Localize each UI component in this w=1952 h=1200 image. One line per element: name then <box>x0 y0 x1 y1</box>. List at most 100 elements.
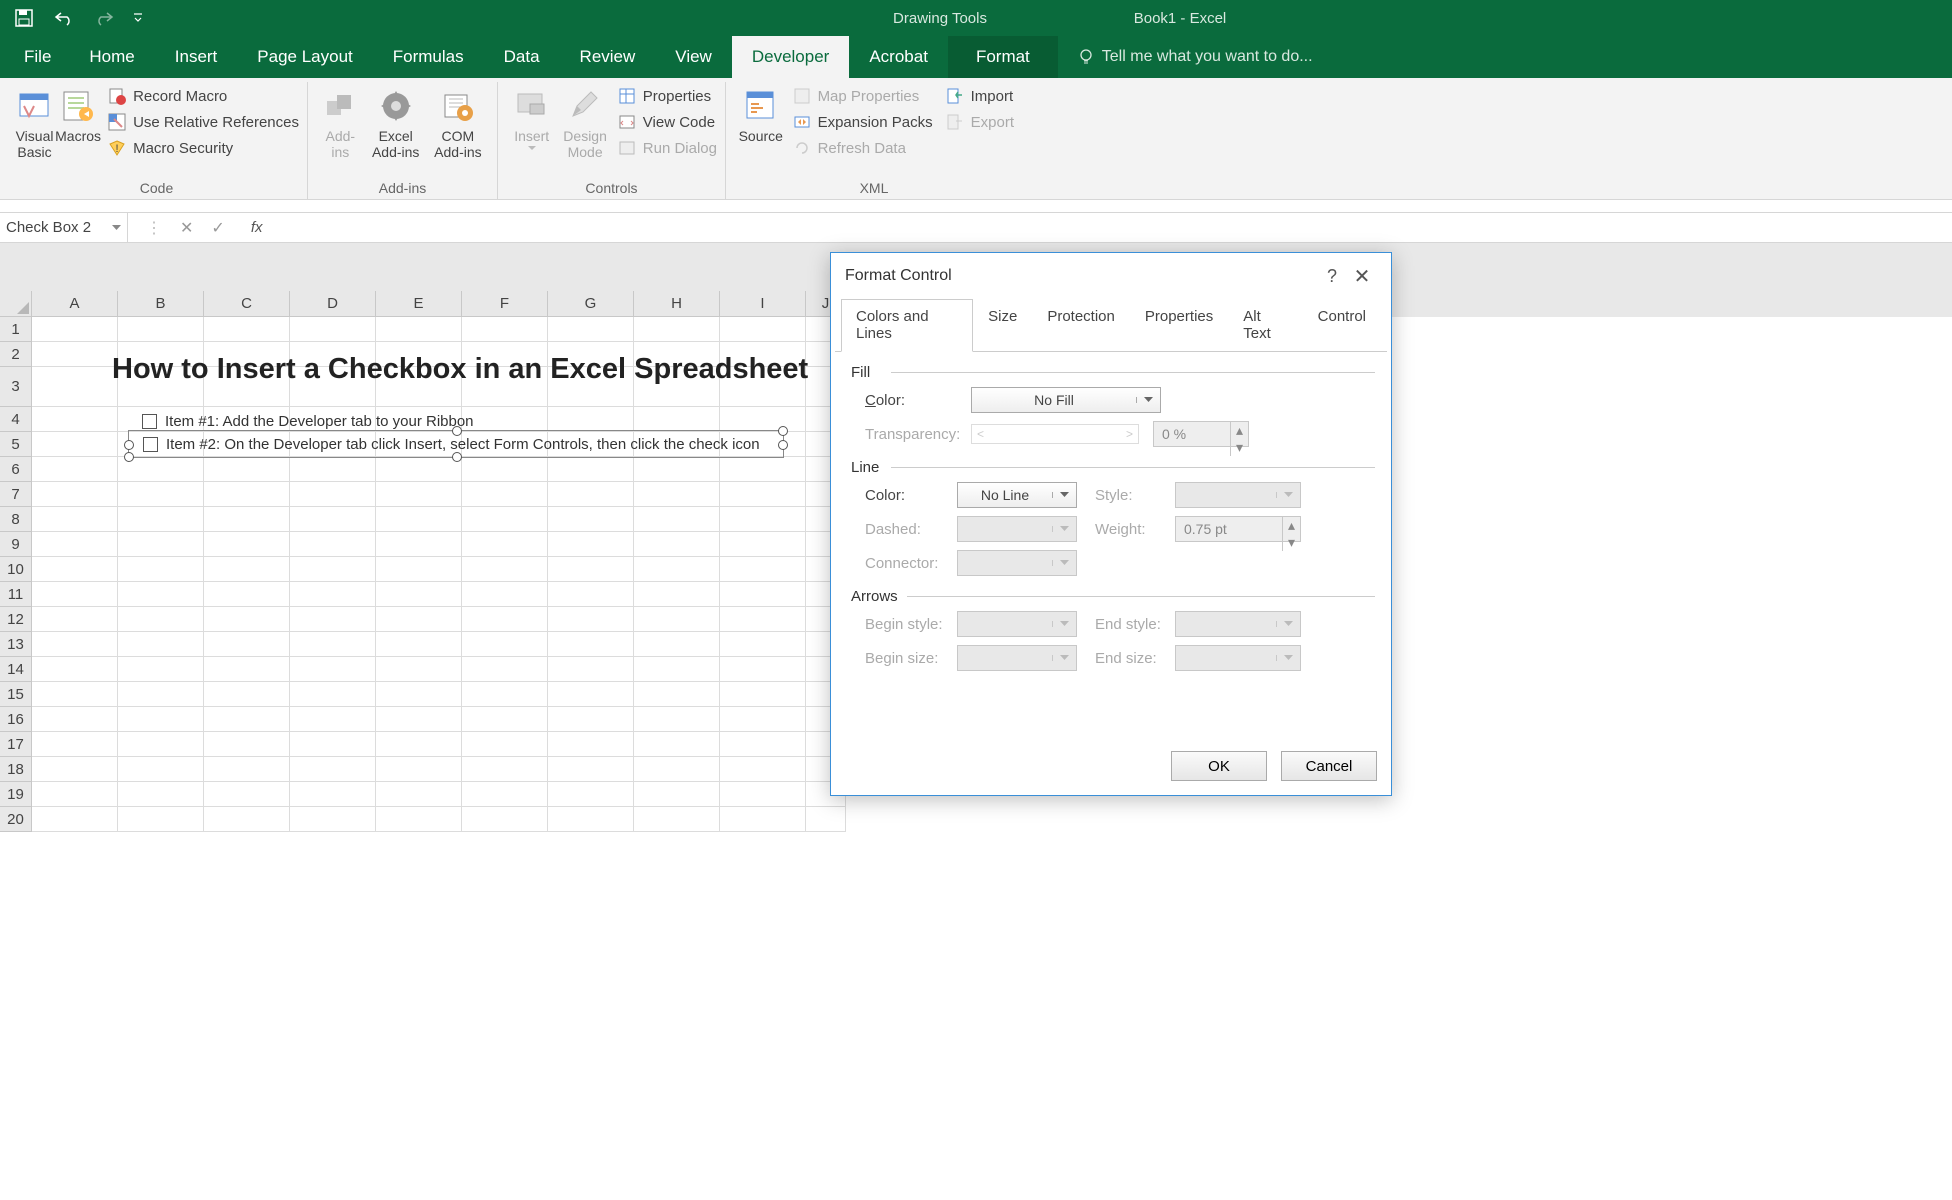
cell[interactable] <box>720 782 806 807</box>
cell[interactable] <box>290 317 376 342</box>
cell[interactable] <box>118 682 204 707</box>
cell[interactable] <box>204 632 290 657</box>
cell[interactable] <box>118 607 204 632</box>
tab-format[interactable]: Format <box>948 36 1058 78</box>
cell[interactable] <box>806 807 846 832</box>
run-dialog-button[interactable]: Run Dialog <box>617 138 717 158</box>
cell[interactable] <box>32 342 118 367</box>
cell[interactable] <box>290 557 376 582</box>
map-properties-button[interactable]: Map Properties <box>792 86 933 106</box>
resize-handle[interactable] <box>452 426 462 436</box>
cell[interactable] <box>376 682 462 707</box>
cell[interactable] <box>204 582 290 607</box>
macro-security-button[interactable]: !Macro Security <box>107 138 299 158</box>
cell[interactable] <box>548 657 634 682</box>
cell[interactable] <box>118 707 204 732</box>
row-header[interactable]: 17 <box>0 732 32 757</box>
cell[interactable] <box>548 532 634 557</box>
column-header[interactable]: D <box>290 291 376 317</box>
tab-data[interactable]: Data <box>484 36 560 78</box>
cell[interactable] <box>32 807 118 832</box>
column-header[interactable]: B <box>118 291 204 317</box>
fill-color-combo[interactable]: No Fill <box>971 387 1161 413</box>
cell[interactable] <box>720 657 806 682</box>
resize-handle[interactable] <box>124 440 134 450</box>
cell[interactable] <box>376 457 462 482</box>
tab-developer[interactable]: Developer <box>732 36 850 78</box>
row-header[interactable]: 16 <box>0 707 32 732</box>
cell[interactable] <box>32 582 118 607</box>
cell[interactable] <box>376 732 462 757</box>
cell[interactable] <box>548 757 634 782</box>
cell[interactable] <box>290 457 376 482</box>
cell[interactable] <box>548 607 634 632</box>
cell[interactable] <box>376 582 462 607</box>
resize-handle[interactable] <box>778 440 788 450</box>
help-button[interactable]: ? <box>1317 266 1347 287</box>
undo-icon[interactable] <box>50 4 78 32</box>
cell[interactable] <box>462 507 548 532</box>
cell[interactable] <box>290 532 376 557</box>
dialog-tab-control[interactable]: Control <box>1303 299 1381 351</box>
row-header[interactable]: 13 <box>0 632 32 657</box>
cell[interactable] <box>290 757 376 782</box>
cell[interactable] <box>290 657 376 682</box>
cell[interactable] <box>290 732 376 757</box>
cell[interactable] <box>720 532 806 557</box>
cell[interactable] <box>462 317 548 342</box>
cell[interactable] <box>634 607 720 632</box>
export-button[interactable]: Export <box>945 112 1014 132</box>
cell[interactable] <box>32 532 118 557</box>
import-button[interactable]: Import <box>945 86 1014 106</box>
cell[interactable] <box>720 557 806 582</box>
view-code-button[interactable]: View Code <box>617 112 717 132</box>
cell[interactable] <box>290 807 376 832</box>
cell[interactable] <box>32 782 118 807</box>
cell[interactable] <box>720 607 806 632</box>
row-header[interactable]: 1 <box>0 317 32 342</box>
properties-button[interactable]: Properties <box>617 86 717 106</box>
cell[interactable] <box>204 457 290 482</box>
cell[interactable] <box>204 757 290 782</box>
cell[interactable] <box>32 607 118 632</box>
cell[interactable] <box>634 707 720 732</box>
cell[interactable] <box>634 782 720 807</box>
cell[interactable] <box>462 407 548 432</box>
cell[interactable] <box>32 507 118 532</box>
cell[interactable] <box>376 657 462 682</box>
cell[interactable] <box>720 632 806 657</box>
row-header[interactable]: 14 <box>0 657 32 682</box>
save-icon[interactable] <box>10 4 38 32</box>
tab-view[interactable]: View <box>655 36 732 78</box>
dialog-tab-size[interactable]: Size <box>973 299 1032 351</box>
cell[interactable] <box>290 482 376 507</box>
cell[interactable] <box>548 582 634 607</box>
cell[interactable] <box>548 807 634 832</box>
cell[interactable] <box>118 657 204 682</box>
cell[interactable] <box>32 707 118 732</box>
cell[interactable] <box>204 657 290 682</box>
cell[interactable] <box>32 457 118 482</box>
name-box[interactable]: Check Box 2 <box>0 213 128 242</box>
resize-handle[interactable] <box>778 426 788 436</box>
cell[interactable] <box>118 807 204 832</box>
tab-acrobat[interactable]: Acrobat <box>849 36 948 78</box>
cell[interactable] <box>720 507 806 532</box>
com-addins-button[interactable]: COM Add-ins <box>427 82 489 160</box>
checkbox-control-2[interactable]: Item #2: On the Developer tab click Inse… <box>143 436 760 453</box>
design-mode-button[interactable]: Design Mode <box>557 82 612 160</box>
cell[interactable] <box>720 757 806 782</box>
cell[interactable] <box>634 682 720 707</box>
cell[interactable] <box>290 682 376 707</box>
cell[interactable] <box>462 757 548 782</box>
row-header[interactable]: 5 <box>0 432 32 457</box>
checkbox-control-1[interactable]: Item #1: Add the Developer tab to your R… <box>142 413 474 430</box>
row-header[interactable]: 11 <box>0 582 32 607</box>
cell[interactable] <box>376 557 462 582</box>
resize-handle[interactable] <box>124 452 134 462</box>
expansion-packs-button[interactable]: Expansion Packs <box>792 112 933 132</box>
cell[interactable] <box>32 757 118 782</box>
cell[interactable] <box>720 317 806 342</box>
row-header[interactable]: 18 <box>0 757 32 782</box>
refresh-data-button[interactable]: Refresh Data <box>792 138 933 158</box>
